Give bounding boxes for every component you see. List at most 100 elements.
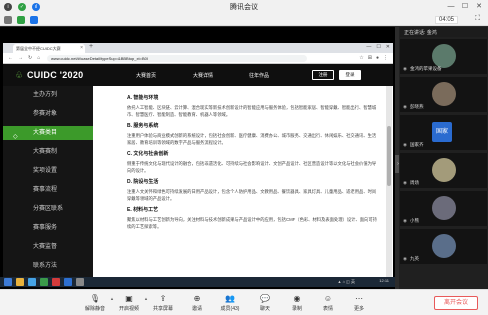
browser-tab[interactable]: 第届全中不经CUIDC大赛 × xyxy=(13,44,85,53)
sidebar-item-organizers[interactable]: 主办方列 xyxy=(3,88,93,102)
avatar: 国家 xyxy=(432,122,452,142)
sidebar-item-contact[interactable]: 联系方法 xyxy=(3,259,93,273)
menu-icon[interactable]: ⋮ xyxy=(383,55,388,61)
chat-button[interactable]: 💬 聊天 xyxy=(252,293,278,312)
sidebar-item-supervision[interactable]: 大赛监督 xyxy=(3,240,93,254)
login-button[interactable]: 登录 xyxy=(339,70,361,80)
nav-home[interactable]: 大赛首页 xyxy=(136,72,156,79)
extensions-icon[interactable]: ⊞ xyxy=(368,55,372,61)
sidebar-item-regions[interactable]: 分赛区联系 xyxy=(3,202,93,216)
back-icon[interactable]: ← xyxy=(8,55,13,61)
section-text: 依托人工智能、区块链、云计算、混合现实等新技术创新设计的智能应用与服务体验，包括… xyxy=(127,105,377,117)
app2-icon[interactable] xyxy=(76,278,84,286)
unmute-button[interactable]: 🎙 解除静音 xyxy=(82,293,108,312)
participant-name: 九英 xyxy=(410,256,419,261)
page-scrollbar[interactable] xyxy=(386,86,392,287)
sidebar-item-process[interactable]: 赛事流程 xyxy=(3,183,93,197)
mic-icon: ◉ xyxy=(403,180,407,185)
sidebar-item-format[interactable]: 大赛赛制 xyxy=(3,145,93,159)
signup-button[interactable]: 注册 xyxy=(312,70,334,80)
sidebar-item-label: 参赛对象 xyxy=(33,111,58,117)
nav-buttons: ← → ↻ ⌂ xyxy=(8,55,40,61)
tool-label: 录制 xyxy=(291,306,302,312)
browser-window-controls: — ☐ ✕ xyxy=(366,44,390,50)
nav-past-works[interactable]: 往年作品 xyxy=(249,72,269,79)
chat-icon: 💬 xyxy=(260,294,270,303)
mic-icon: ◉ xyxy=(403,218,407,223)
sidebar-item-services[interactable]: 赛事服务 xyxy=(3,221,93,235)
fullscreen-icon[interactable]: ⛶ xyxy=(475,15,480,23)
chevron-up-icon[interactable]: ▲ xyxy=(110,296,114,301)
maximize-icon[interactable]: ☐ xyxy=(458,1,472,13)
close-icon[interactable]: ✕ xyxy=(472,1,486,13)
meeting-infobar: 04:05 ⛶ xyxy=(0,14,488,26)
start-video-button[interactable]: ▣ 开启视频 xyxy=(116,293,142,312)
chevron-up-icon[interactable]: ▲ xyxy=(144,296,148,301)
sidebar-item-label: 主办方列 xyxy=(33,92,58,98)
sidebar-item-awards[interactable]: 奖项设置 xyxy=(3,164,93,178)
security-icon[interactable] xyxy=(17,16,25,24)
app-icon[interactable] xyxy=(52,278,60,286)
section-heading: A. 智能与环境 xyxy=(127,95,159,101)
share-screen-button[interactable]: ⇪ 共享屏幕 xyxy=(150,293,176,312)
nav-details[interactable]: 大赛详情 xyxy=(193,72,213,79)
participant-panel: 正在讲话: 金鸿 ◉ 金鸿的苹果设备 ◉ 彭晓燕 国家 ◉ 国家齐 ◉ 周炀 ◉… xyxy=(399,27,488,289)
emoji-icon: ☺ xyxy=(323,294,333,303)
browser-icon[interactable] xyxy=(28,278,36,286)
participant-tile[interactable]: ◉ 九英 xyxy=(400,229,487,264)
tray-icons[interactable]: ▲ ⌂ ◫ 英 xyxy=(338,279,356,285)
close-tab-icon[interactable]: × xyxy=(80,45,83,51)
tool-label: 成员(43) xyxy=(220,306,240,312)
meeting-info-icon[interactable] xyxy=(4,16,12,24)
forward-icon[interactable]: → xyxy=(18,55,23,61)
emoji-button[interactable]: ☺ 表情 xyxy=(315,293,341,312)
members-button[interactable]: 👥 成员(43) xyxy=(217,293,243,312)
minimize-icon[interactable]: — xyxy=(444,1,458,13)
share-icon: ⇪ xyxy=(159,294,167,303)
record-button[interactable]: ◉ 录制 xyxy=(284,293,310,312)
tool-label: 更多 xyxy=(353,306,364,312)
wechat-icon[interactable] xyxy=(40,278,48,286)
meeting-app-icon[interactable] xyxy=(64,278,72,286)
sidebar-item-categories[interactable]: ◇ 大赛类目 xyxy=(3,126,93,140)
sidebar-item-participants[interactable]: 参赛对象 xyxy=(3,107,93,121)
speaking-indicator: 正在讲话: 金鸿 xyxy=(400,27,487,37)
start-icon[interactable] xyxy=(4,278,12,286)
meeting-timer: 04:05 xyxy=(434,16,458,24)
scrollbar-thumb[interactable] xyxy=(387,126,391,186)
more-button[interactable]: ⋯ 更多 xyxy=(346,293,372,312)
meeting-toolbar: 🎙 解除静音 ▲ ▣ 开启视频 ▲ ⇪ 共享屏幕 ⊕ 邀请 👥 成员(43) 💬… xyxy=(0,289,488,315)
profile-icon[interactable]: ● xyxy=(376,55,379,61)
participant-tile[interactable]: 国家 ◉ 国家齐 xyxy=(400,115,487,150)
participant-tile[interactable]: ◉ 周炀 xyxy=(400,153,487,188)
browser-close-icon[interactable]: ✕ xyxy=(386,44,390,50)
folder-icon[interactable] xyxy=(16,278,24,286)
url-field[interactable]: www.cuidc.net/#/uaseDetail/typeSup=&BBBt… xyxy=(47,55,307,62)
network-icon[interactable] xyxy=(30,16,38,24)
participant-name: 周炀 xyxy=(410,180,419,185)
new-tab-icon[interactable]: + xyxy=(89,43,93,50)
participant-tile[interactable]: ◉ 金鸿的苹果设备 xyxy=(400,39,487,74)
sidebar-item-label: 分赛区联系 xyxy=(33,206,64,212)
participant-tile[interactable]: ◉ 小熊 xyxy=(400,191,487,226)
tool-label: 开启视频 xyxy=(118,306,139,312)
home-icon[interactable]: ⌂ xyxy=(37,55,40,61)
avatar xyxy=(432,44,456,68)
leave-meeting-button[interactable]: 离开会议 xyxy=(434,296,478,310)
participant-name: 国家齐 xyxy=(410,142,424,147)
sidebar-item-label: 奖项设置 xyxy=(33,168,58,174)
brand-name[interactable]: CUIDC '2020 xyxy=(27,70,83,80)
invite-button[interactable]: ⊕ 邀请 xyxy=(184,293,210,312)
reload-icon[interactable]: ↻ xyxy=(28,55,32,61)
star-icon[interactable]: ☆ xyxy=(359,55,363,61)
browser-tabbar: 第届全中不经CUIDC大赛 × + — ☐ ✕ xyxy=(3,43,393,53)
participant-tile[interactable]: ◉ 彭晓燕 xyxy=(400,77,487,112)
shared-screen: 第届全中不经CUIDC大赛 × + — ☐ ✕ ← → ↻ ⌂ www.cuid… xyxy=(0,27,395,289)
section-text: 侧重于传统文化与现代设计的融合，包括非遗活化、可持续与社会影响设计、文创产品设计… xyxy=(127,161,377,173)
browser-maximize-icon[interactable]: ☐ xyxy=(376,44,380,50)
section-heading: D. 院设与生活 xyxy=(127,179,159,185)
browser-minimize-icon[interactable]: — xyxy=(366,44,371,50)
participant-name: 彭晓燕 xyxy=(410,104,424,109)
title-bar: i ✓ ıl 腾讯会议 — ☐ ✕ xyxy=(0,0,488,14)
site-header: ♧ CUIDC '2020 大赛首页 大赛详情 往年作品 注册 登录 xyxy=(3,64,393,86)
